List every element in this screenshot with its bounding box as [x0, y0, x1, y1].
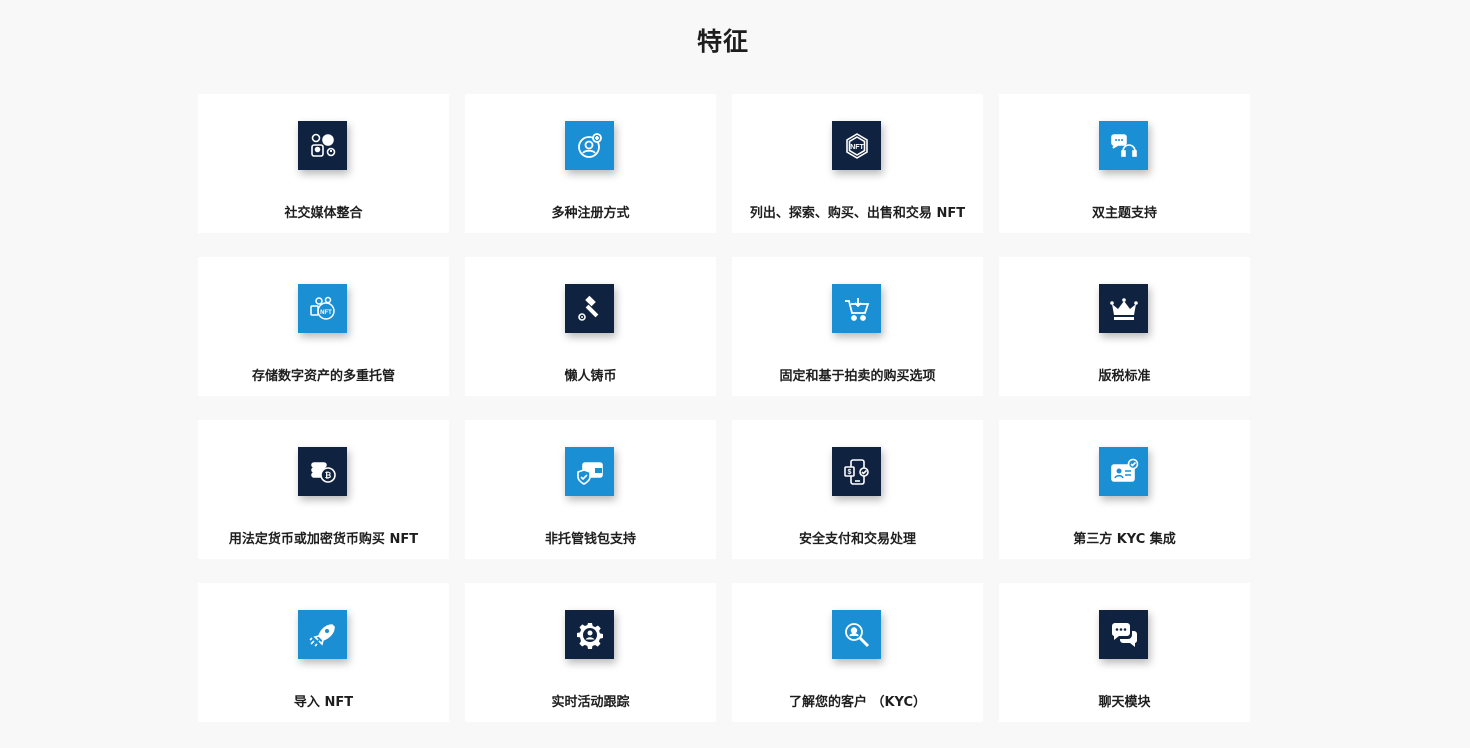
feature-card[interactable]: $ 安全支付和交易处理 — [732, 420, 983, 559]
section-title: 特征 — [696, 27, 749, 56]
features-section: 特征 社交媒体整合 多种注册方式 NFT 列出、探索、购买、出售和交易 NFT 双主题支… — [0, 0, 1470, 748]
feature-card[interactable]: 导入 NFT — [198, 583, 449, 722]
feature-label: 双主题支持 — [1091, 206, 1157, 221]
svg-text:$: $ — [847, 469, 851, 476]
feature-card[interactable]: 多种注册方式 — [465, 94, 716, 233]
feature-card[interactable]: 非托管钱包支持 — [465, 420, 716, 559]
nft-hexagon-icon: NFT — [842, 131, 872, 161]
magnifier-user-icon — [842, 620, 872, 650]
shopping-cart-icon — [842, 294, 872, 324]
svg-text:₿: ₿ — [324, 471, 331, 480]
support-chat-icon — [1109, 131, 1139, 161]
feature-label: 导入 NFT — [293, 695, 354, 710]
gear-user-icon-box — [565, 610, 614, 659]
feature-label: 存储数字资产的多重托管 — [251, 369, 395, 384]
chat-bubbles-icon-box — [1099, 610, 1148, 659]
feature-label: 聊天模块 — [1098, 695, 1151, 710]
feature-card[interactable]: 聊天模块 — [999, 583, 1250, 722]
feature-label: 了解您的客户 （KYC） — [788, 695, 927, 710]
magnifier-user-icon-box — [832, 610, 881, 659]
crown-icon-box — [1099, 284, 1148, 333]
feature-card[interactable]: 固定和基于拍卖的购买选项 — [732, 257, 983, 396]
feature-card[interactable]: 第三方 KYC 集成 — [999, 420, 1250, 559]
feature-card[interactable]: NFT 存储数字资产的多重托管 — [198, 257, 449, 396]
feature-label: 版税标准 — [1098, 369, 1151, 384]
social-media-icon-box — [298, 121, 347, 170]
mobile-payment-icon-box: $ — [832, 447, 881, 496]
features-grid: 社交媒体整合 多种注册方式 NFT 列出、探索、购买、出售和交易 NFT 双主题支持 NF… — [198, 94, 1250, 722]
feature-label: 多种注册方式 — [551, 206, 630, 221]
feature-label: 安全支付和交易处理 — [798, 532, 916, 547]
coin-stack-icon-box: ₿ — [298, 447, 347, 496]
feature-card[interactable]: 版税标准 — [999, 257, 1250, 396]
feature-label: 懒人铸币 — [564, 369, 617, 384]
id-card-check-icon-box — [1099, 447, 1148, 496]
feature-card[interactable]: 社交媒体整合 — [198, 94, 449, 233]
gear-user-icon — [575, 620, 605, 650]
feature-label: 列出、探索、购买、出售和交易 NFT — [749, 206, 966, 221]
feature-label: 实时活动跟踪 — [551, 695, 630, 710]
social-media-icon — [308, 131, 338, 161]
shopping-cart-icon-box — [832, 284, 881, 333]
svg-text:NFT: NFT — [320, 310, 332, 316]
chat-bubbles-icon — [1109, 620, 1139, 650]
feature-card[interactable]: 实时活动跟踪 — [465, 583, 716, 722]
gavel-icon — [575, 294, 605, 324]
crown-icon — [1109, 294, 1139, 324]
support-chat-icon-box — [1099, 121, 1148, 170]
coin-stack-icon: ₿ — [308, 457, 338, 487]
feature-card[interactable]: 了解您的客户 （KYC） — [732, 583, 983, 722]
wallet-shield-icon — [575, 457, 605, 487]
feature-label: 第三方 KYC 集成 — [1073, 532, 1176, 547]
feature-label: 固定和基于拍卖的购买选项 — [779, 369, 936, 384]
id-card-check-icon — [1109, 457, 1139, 487]
nft-coins-icon-box: NFT — [298, 284, 347, 333]
feature-card[interactable]: ₿ 用法定货币或加密货币购买 NFT — [198, 420, 449, 559]
nft-hexagon-icon-box: NFT — [832, 121, 881, 170]
feature-label: 非托管钱包支持 — [544, 532, 636, 547]
user-add-icon-box — [565, 121, 614, 170]
feature-card[interactable]: 懒人铸币 — [465, 257, 716, 396]
rocket-icon-box — [298, 610, 347, 659]
gavel-icon-box — [565, 284, 614, 333]
svg-text:NFT: NFT — [850, 144, 864, 151]
mobile-payment-icon: $ — [842, 457, 872, 487]
feature-card[interactable]: 双主题支持 — [999, 94, 1250, 233]
user-add-icon — [575, 131, 605, 161]
nft-coins-icon: NFT — [308, 294, 338, 324]
rocket-icon — [308, 620, 338, 650]
feature-label: 社交媒体整合 — [284, 206, 363, 221]
feature-card[interactable]: NFT 列出、探索、购买、出售和交易 NFT — [732, 94, 983, 233]
feature-label: 用法定货币或加密货币购买 NFT — [228, 532, 419, 547]
wallet-shield-icon-box — [565, 447, 614, 496]
